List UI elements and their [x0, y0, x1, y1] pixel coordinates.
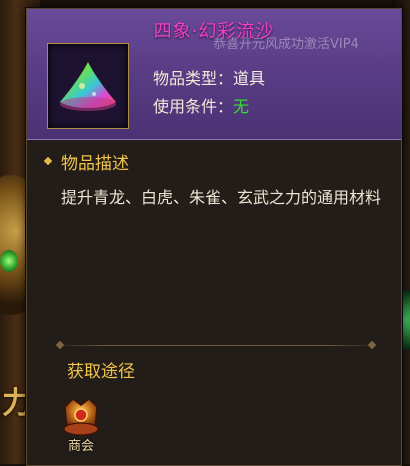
use-condition-label: 使用条件： — [153, 97, 234, 116]
item-tooltip: 恭喜开元风成功激活VIP4 四象·幻彩流沙 物品类型：道具 使用条件：无 物品描… — [26, 8, 402, 466]
use-condition-row: 使用条件：无 — [153, 93, 249, 117]
item-type-label: 物品类型： — [153, 69, 234, 88]
item-icon-slot — [47, 43, 129, 129]
rainbow-sand-pile-icon — [60, 62, 116, 111]
source-merchant-guild-button[interactable]: 商会 — [57, 393, 105, 454]
item-type-row: 物品类型：道具 — [153, 65, 265, 89]
item-name: 四象·幻彩流沙 — [153, 21, 275, 42]
item-type-value: 道具 — [233, 69, 266, 88]
description-heading: 物品描述 — [61, 154, 129, 174]
section-divider — [55, 340, 377, 350]
source-merchant-guild-label: 商会 — [67, 439, 94, 454]
tooltip-header: 恭喜开元风成功激活VIP4 四象·幻彩流沙 物品类型：道具 使用条件：无 — [27, 9, 401, 140]
source-heading: 获取途径 — [67, 362, 135, 382]
merchant-guild-icon — [63, 398, 99, 436]
green-gem-icon — [0, 250, 18, 272]
bullet-diamond-icon — [43, 156, 53, 166]
use-condition-value: 无 — [233, 97, 250, 116]
description-text: 提升青龙、白虎、朱雀、玄武之力的通用材料 — [61, 188, 382, 207]
